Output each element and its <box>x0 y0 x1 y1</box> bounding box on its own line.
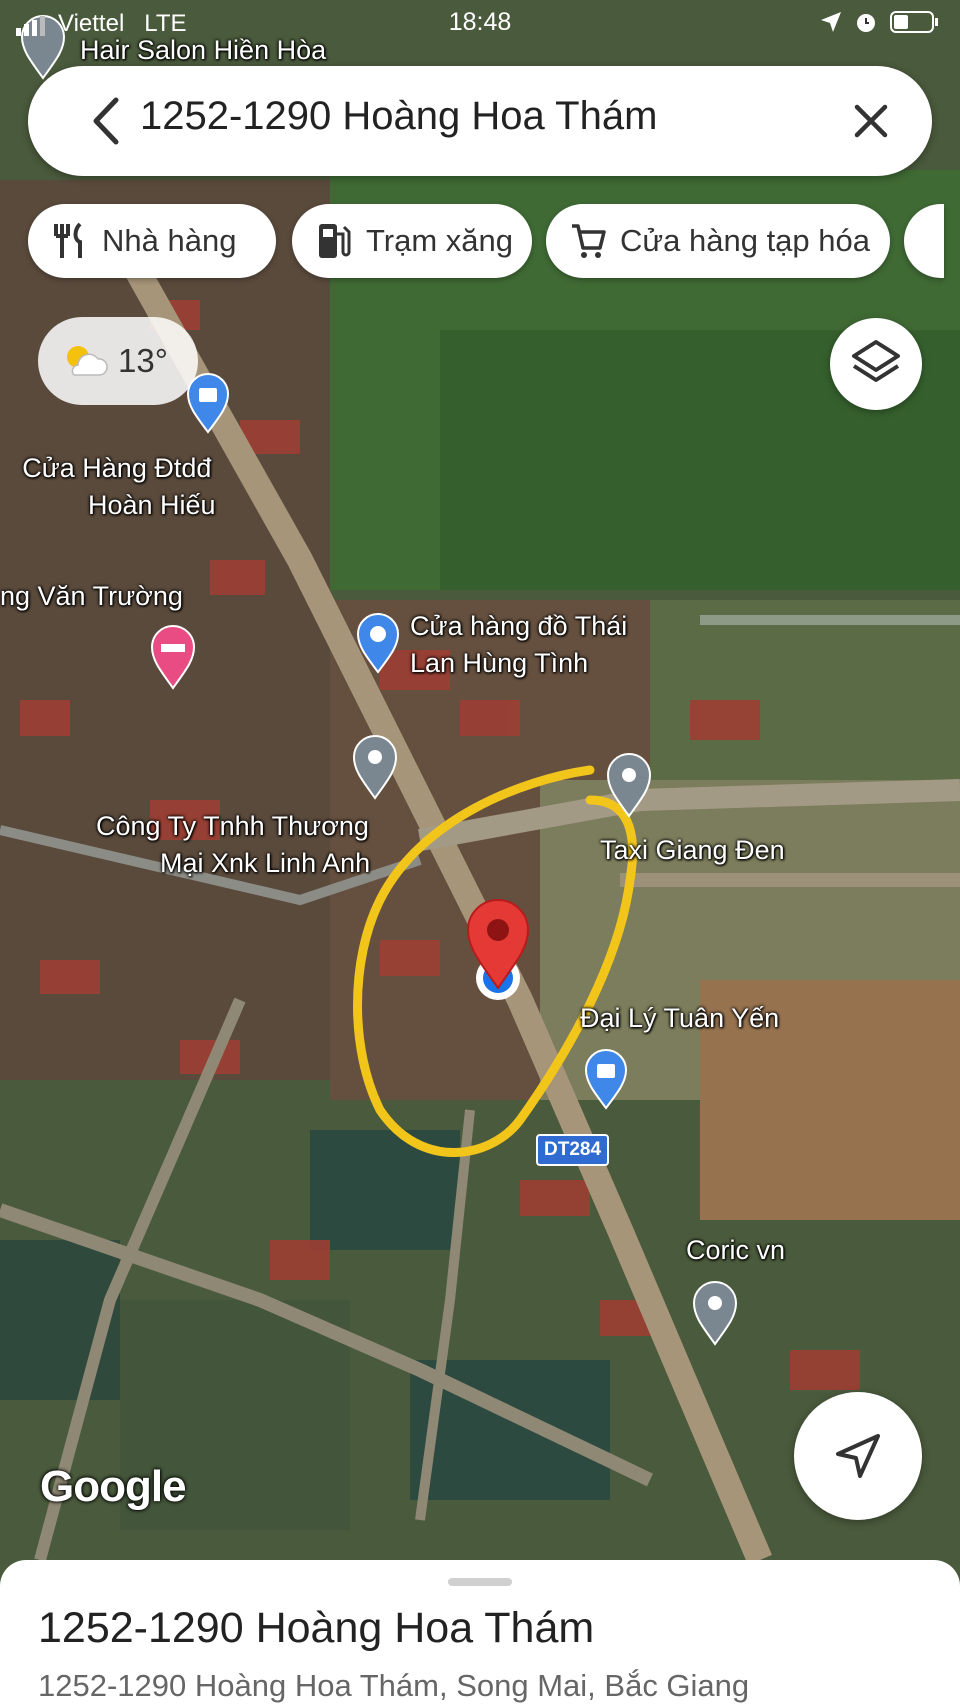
layers-button[interactable] <box>830 318 922 410</box>
utensils-icon <box>54 222 82 258</box>
sheet-drag-handle[interactable] <box>448 1578 512 1586</box>
back-arrow-icon[interactable] <box>82 92 132 150</box>
map-label-company[interactable]: Công Ty Tnhh Thương Mại Xnk Linh Anh <box>96 808 370 882</box>
map-label-line: Công Ty Tnhh Thương <box>96 811 369 841</box>
chip-restaurants[interactable]: Nhà hàng <box>28 204 276 278</box>
map-label-coric[interactable]: Coric vn <box>686 1232 785 1269</box>
place-bottom-sheet[interactable]: 1252-1290 Hoàng Hoa Thám 1252-1290 Hoàng… <box>0 1560 960 1706</box>
gas-station-icon <box>319 224 351 258</box>
status-time: 18:48 <box>448 8 512 36</box>
search-bar[interactable]: 1252-1290 Hoàng Hoa Thám <box>28 66 932 176</box>
chip-grocery-stores[interactable]: Cửa hàng tạp hóa <box>546 204 890 278</box>
map-label-thai-store[interactable]: Cửa hàng đồ Thái Lan Hùng Tình <box>410 608 627 682</box>
google-watermark: Google <box>40 1462 187 1511</box>
place-address: 1252-1290 Hoàng Hoa Thám, Song Mai, Bắc … <box>38 1668 750 1703</box>
place-pin-icon[interactable] <box>692 1280 738 1346</box>
map-label-line: Mại Xnk Linh Anh <box>160 848 371 878</box>
hotel-pin-icon[interactable] <box>150 624 196 690</box>
place-pin-icon[interactable] <box>606 752 652 818</box>
road-shield: DT284 <box>536 1134 610 1166</box>
map-label-line: Hoàn Hiếu <box>88 490 216 520</box>
map-label-line: Lan Hùng Tình <box>410 648 589 678</box>
shopping-bag-pin-icon[interactable] <box>584 1048 628 1110</box>
weather-temperature: 13° <box>118 342 168 379</box>
battery-icon <box>890 11 938 33</box>
chip-gas-stations[interactable]: Trạm xăng <box>292 204 532 278</box>
map-label-tuan-yen[interactable]: Đại Lý Tuân Yến <box>580 1000 779 1037</box>
weather-badge[interactable]: 13° <box>38 317 198 405</box>
place-pin-icon[interactable] <box>352 734 398 800</box>
map-label-line: Cửa hàng đồ Thái <box>410 611 628 641</box>
search-query[interactable]: 1252-1290 Hoàng Hoa Thám <box>140 94 657 139</box>
layers-icon <box>852 340 900 382</box>
chip-label: Cửa hàng tạp hóa <box>620 223 870 258</box>
map-label-taxi[interactable]: Taxi Giang Đen <box>600 832 785 869</box>
place-title: 1252-1290 Hoàng Hoa Thám <box>38 1604 595 1652</box>
selected-location-pin-icon[interactable] <box>466 898 530 990</box>
navigation-arrow-icon <box>836 1434 880 1478</box>
shopping-cart-icon <box>572 224 606 258</box>
my-location-button[interactable] <box>794 1392 922 1520</box>
chip-label: Nhà hàng <box>102 223 237 258</box>
status-bar: Viettel LTE 18:48 <box>0 0 960 46</box>
map-label-line: Cửa Hàng Đtdđ <box>22 453 212 483</box>
location-arrow-icon <box>821 12 841 32</box>
map-label-phone-store[interactable]: Cửa Hàng Đtdđ Hoàn Hiếu <box>18 450 216 524</box>
map-label-van-truong[interactable]: ng Văn Trường <box>0 578 183 615</box>
chip-label: Trạm xăng <box>366 223 514 258</box>
partly-cloudy-icon <box>67 346 108 376</box>
alarm-icon <box>857 14 875 32</box>
close-icon[interactable] <box>848 98 894 144</box>
status-right-icons <box>820 10 940 34</box>
shopping-cart-pin-icon[interactable] <box>356 612 400 674</box>
